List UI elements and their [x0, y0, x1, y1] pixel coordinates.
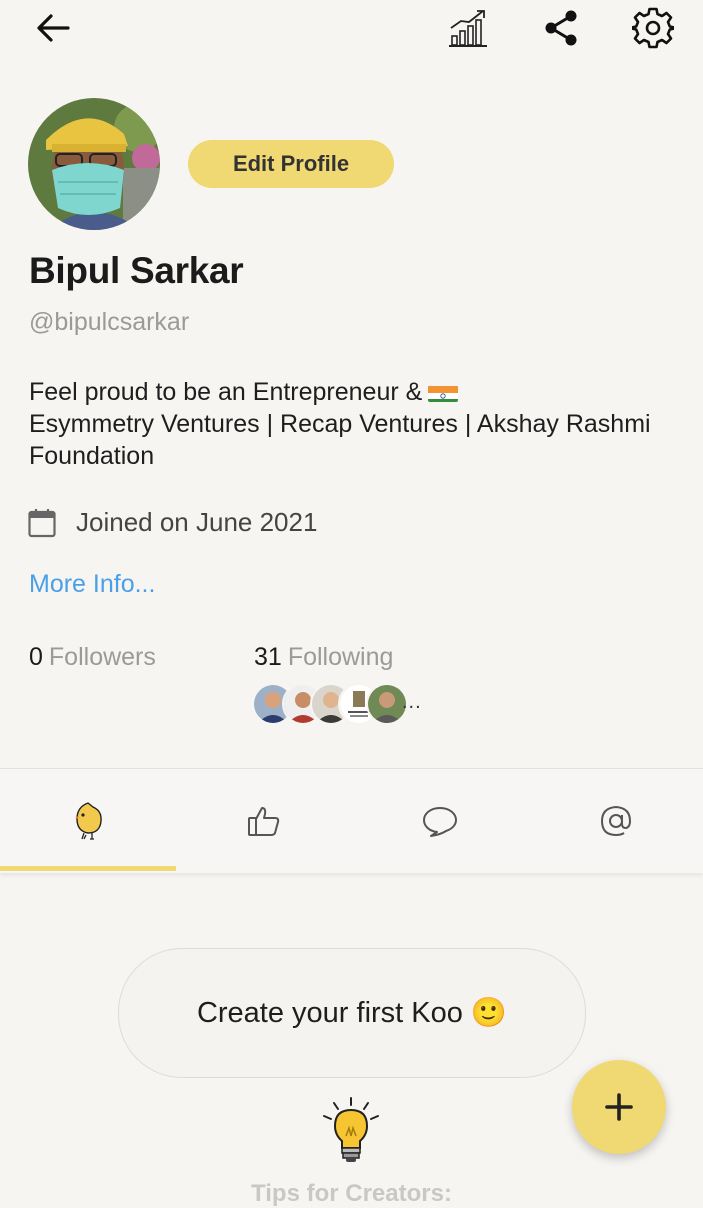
- create-first-koo-button[interactable]: Create your first Koo 🙂: [118, 948, 586, 1078]
- profile-handle: @bipulcsarkar: [29, 308, 190, 336]
- bio-rest: Esymmetry Ventures | Recap Ventures | Ak…: [29, 410, 651, 470]
- tab-mentions[interactable]: [528, 769, 703, 873]
- profile-bio: Feel proud to be an Entrepreneur & Esymm…: [29, 376, 669, 472]
- following-count: 31: [254, 643, 282, 671]
- share-icon: [545, 10, 577, 46]
- thumbs-up-icon: [247, 807, 279, 836]
- active-tab-indicator: [0, 866, 176, 871]
- calendar-icon: [28, 508, 56, 538]
- bar-chart-trend-icon: [449, 10, 487, 47]
- lightbulb-icon: [320, 1096, 382, 1164]
- gear-icon: [632, 7, 674, 49]
- tab-koos[interactable]: [0, 769, 175, 873]
- koo-bird-icon: [74, 802, 102, 840]
- following-label: Following: [287, 643, 394, 671]
- profile-avatar[interactable]: [28, 98, 160, 230]
- plus-icon: [605, 1093, 633, 1121]
- tab-comments[interactable]: [352, 769, 527, 873]
- settings-button[interactable]: [628, 4, 678, 52]
- new-koo-fab[interactable]: [572, 1060, 666, 1154]
- more-info-link[interactable]: More Info...: [29, 570, 155, 599]
- tab-likes[interactable]: [176, 769, 351, 873]
- back-button[interactable]: [30, 8, 76, 48]
- followers-count: 0: [29, 643, 43, 671]
- india-flag-icon: [428, 382, 459, 402]
- more-following-ellipsis: ...: [402, 691, 422, 713]
- following-avatars[interactable]: ...: [252, 683, 432, 725]
- at-sign-icon: [600, 805, 631, 837]
- bio-line-1: Feel proud to be an Entrepreneur &: [29, 378, 423, 406]
- profile-tab-bar: [0, 768, 703, 873]
- following-link[interactable]: 31 Following: [254, 643, 393, 672]
- tips-for-creators-heading: Tips for Creators:: [251, 1180, 452, 1207]
- create-koo-label: Create your first Koo 🙂: [196, 997, 508, 1029]
- arrow-left-icon: [37, 14, 70, 42]
- profile-photo: [28, 98, 160, 230]
- profile-name: Bipul Sarkar: [29, 250, 244, 291]
- comment-bubble-icon: [422, 807, 457, 837]
- followers-label: Followers: [48, 643, 156, 671]
- analytics-button[interactable]: [444, 6, 492, 50]
- joined-date: Joined on June 2021: [76, 507, 318, 537]
- share-button[interactable]: [538, 6, 584, 50]
- edit-profile-button[interactable]: Edit Profile: [188, 140, 394, 188]
- followers-link[interactable]: 0 Followers: [29, 643, 156, 672]
